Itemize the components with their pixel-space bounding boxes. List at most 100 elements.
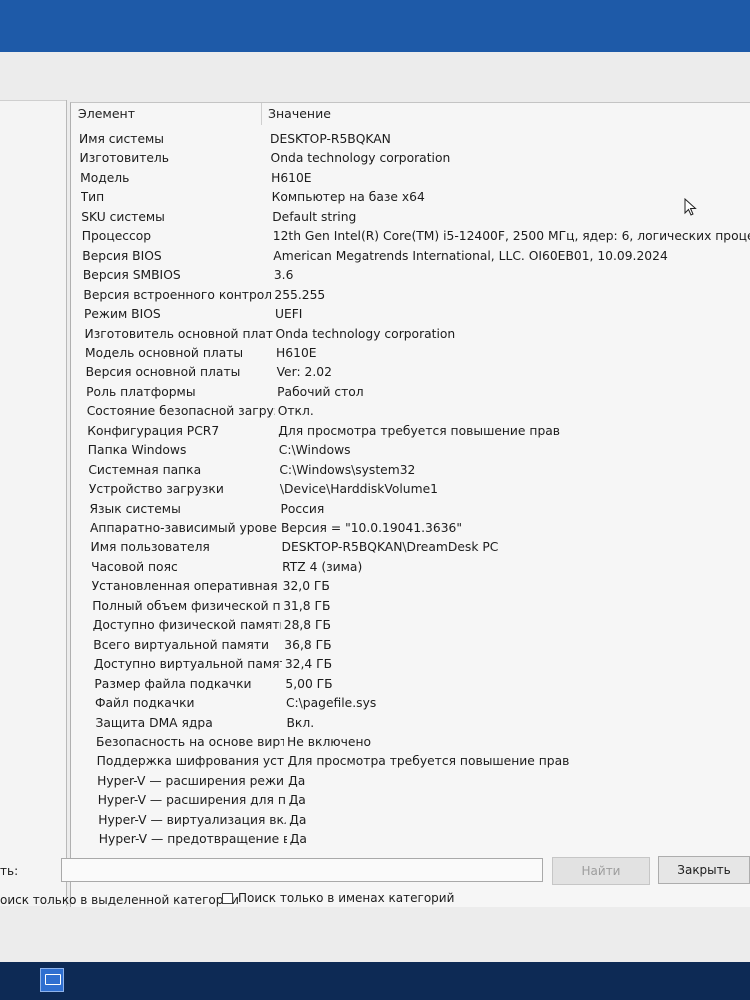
system-information-icon[interactable] bbox=[40, 968, 64, 992]
row-value: H610E bbox=[276, 345, 317, 360]
row-name: Тип bbox=[80, 190, 105, 205]
row-value: Onda technology corporation bbox=[275, 326, 456, 341]
row-value: DESKTOP-R5BQKAN\DreamDesk PC bbox=[281, 540, 499, 555]
table-row[interactable]: Имя системы DESKTOP-R5BQKAN bbox=[79, 129, 741, 149]
close-button[interactable]: Закрыть bbox=[658, 856, 750, 884]
table-row[interactable]: Всего виртуальной памяти 36,8 ГБ bbox=[93, 635, 741, 655]
row-value: 255.255 bbox=[274, 287, 326, 302]
row-name: Имя системы bbox=[79, 132, 165, 146]
column-divider[interactable] bbox=[261, 103, 262, 125]
row-value: 36,8 ГБ bbox=[284, 637, 332, 652]
row-value: 5,00 ГБ bbox=[285, 676, 333, 691]
row-name: Изготовитель bbox=[79, 151, 170, 166]
table-row[interactable]: Состояние безопасной загруз... Откл. bbox=[87, 401, 741, 421]
search-selected-category-option[interactable]: оиск только в выделенной категории bbox=[0, 893, 239, 907]
table-row[interactable]: Модель основной платы H610E bbox=[85, 343, 741, 363]
taskbar bbox=[0, 962, 750, 1000]
row-value: Версия = "10.0.19041.3636" bbox=[281, 521, 463, 535]
row-value: RTZ 4 (зима) bbox=[282, 559, 363, 574]
row-value: Откл. bbox=[277, 404, 314, 419]
row-name: Полный объем физической па... bbox=[92, 598, 281, 613]
find-button[interactable]: Найти bbox=[552, 857, 650, 885]
table-row[interactable]: Устройство загрузки \Device\HarddiskVolum… bbox=[89, 479, 741, 499]
row-name: Конфигурация PCR7 bbox=[87, 423, 220, 438]
row-value: Default string bbox=[272, 209, 357, 224]
table-row[interactable]: Режим BIOS UEFI bbox=[84, 304, 741, 324]
table-row[interactable]: Версия основной платы Ver: 2.02 bbox=[86, 362, 741, 382]
row-value: 32,0 ГБ bbox=[282, 579, 330, 594]
row-name: Состояние безопасной загруз... bbox=[86, 404, 275, 419]
row-name: Роль платформы bbox=[86, 384, 196, 399]
table-row[interactable]: Файл подкачки C:\pagefile.sys bbox=[95, 693, 741, 713]
search-label: ть: bbox=[0, 864, 19, 878]
row-value: 32,4 ГБ bbox=[284, 657, 333, 672]
table-row[interactable]: SKU системы Default string bbox=[81, 207, 741, 227]
table-row[interactable]: Процессор 12th Gen Intel(R) Core(TM) i5-1… bbox=[82, 226, 750, 246]
row-value: Ver: 2.02 bbox=[276, 365, 332, 380]
table-row[interactable]: Безопасность на основе вирту...Не включе… bbox=[96, 732, 741, 752]
row-value: Для просмотра требуется повышение прав bbox=[287, 754, 570, 769]
table-row[interactable]: Доступно виртуальной памяти 32,4 ГБ bbox=[94, 654, 741, 674]
table-row[interactable]: Hyper-V — расширения режи... Да bbox=[97, 771, 741, 791]
table-row[interactable]: Поддержка шифрования устр... Для просмотр… bbox=[97, 751, 741, 771]
table-row[interactable]: Изготовитель Onda technology corporation bbox=[80, 148, 741, 168]
table-row[interactable]: Версия BIOS American Megatrends Internati… bbox=[82, 246, 741, 266]
search-input[interactable] bbox=[61, 858, 543, 882]
table-row[interactable]: Защита DMA ядра Вкл. bbox=[96, 713, 742, 733]
row-value: Не включено bbox=[287, 734, 372, 749]
table-row[interactable]: Папка Windows C:\Windows bbox=[88, 440, 741, 460]
table-row[interactable]: Размер файла подкачки 5,00 ГБ bbox=[94, 674, 741, 694]
row-name: Часовой пояс bbox=[91, 559, 178, 574]
row-name: Версия встроенного контролл... bbox=[83, 287, 272, 302]
column-header-element[interactable]: Элемент bbox=[78, 106, 135, 121]
row-value: 28,8 ГБ bbox=[283, 618, 331, 633]
table-row[interactable]: Язык системы Россия bbox=[89, 499, 741, 519]
row-name: Hyper-V — расширения для п... bbox=[97, 793, 286, 808]
row-value: C:\pagefile.sys bbox=[285, 696, 377, 711]
table-row[interactable]: Часовой пояс RTZ 4 (зима) bbox=[91, 557, 741, 577]
names-only-label[interactable]: Поиск только в именах категорий bbox=[238, 891, 454, 905]
table-row[interactable]: Версия SMBIOS 3.6 bbox=[83, 265, 741, 285]
names-only-checkbox[interactable] bbox=[222, 893, 233, 904]
row-name: Язык системы bbox=[89, 501, 181, 516]
row-value: C:\Windows\system32 bbox=[279, 462, 416, 477]
table-row[interactable]: Hyper-V — расширения для п... Да bbox=[98, 790, 741, 810]
row-name: SKU системы bbox=[81, 209, 165, 224]
row-value: Да bbox=[289, 832, 307, 847]
row-value: 3.6 bbox=[273, 268, 294, 283]
row-name: Всего виртуальной памяти bbox=[93, 637, 269, 652]
table-row[interactable]: Тип Компьютер на базе x64 bbox=[81, 187, 741, 207]
row-name: Поддержка шифрования устр... bbox=[96, 754, 285, 769]
table-row[interactable]: Доступно физической памяти 28,8 ГБ bbox=[93, 615, 741, 635]
table-row[interactable]: Hyper-V — виртуализация вкл... Да bbox=[98, 810, 741, 830]
column-header-value[interactable]: Значение bbox=[268, 106, 331, 121]
table-row[interactable]: Hyper-V — предотвращение в... Да bbox=[99, 829, 741, 849]
row-name: Доступно виртуальной памяти bbox=[93, 657, 282, 672]
table-row[interactable]: Роль платформы Рабочий стол bbox=[86, 382, 741, 402]
row-value: Для просмотра требуется повышение прав bbox=[278, 423, 561, 438]
system-information-window: Элемент Значение Имя системы DESKTOP-R5BQ… bbox=[0, 52, 750, 962]
category-tree-pane[interactable] bbox=[0, 100, 67, 906]
table-row[interactable]: Изготовитель основной платы Onda technolo… bbox=[85, 324, 742, 344]
row-name: Изготовитель основной платы bbox=[84, 326, 273, 341]
row-value: H610E bbox=[271, 170, 312, 185]
table-row[interactable]: Системная папка C:\Windows\system32 bbox=[88, 460, 741, 480]
table-row[interactable]: Версия встроенного контролл... 255.255 bbox=[83, 285, 741, 305]
table-row[interactable]: Полный объем физической па... 31,8 ГБ bbox=[92, 596, 741, 616]
row-value: C:\Windows bbox=[278, 443, 351, 458]
row-name: Hyper-V — виртуализация вкл... bbox=[98, 812, 287, 827]
row-value: Рабочий стол bbox=[277, 384, 364, 399]
search-options: оиск только в выделенной категории Поиск… bbox=[0, 888, 750, 914]
row-name: Версия основной платы bbox=[85, 365, 241, 380]
row-name: Аппаратно-зависимый уровен... bbox=[90, 521, 278, 535]
table-row[interactable]: Конфигурация PCR7 Для просмотра требуется… bbox=[87, 421, 741, 441]
search-bar: ть: Найти Закрыть bbox=[0, 852, 750, 888]
table-row[interactable]: Модель H610E bbox=[80, 168, 741, 188]
row-name: Доступно физической памяти bbox=[92, 618, 281, 633]
row-value: Да bbox=[289, 812, 307, 827]
table-row[interactable]: Аппаратно-зависимый уровен... Версия = "1… bbox=[90, 518, 741, 538]
table-row[interactable]: Установленная оперативная п...32,0 ГБ bbox=[92, 576, 741, 596]
table-row[interactable]: Имя пользователя DESKTOP-R5BQKAN\DreamDes… bbox=[91, 537, 741, 557]
row-value: DESKTOP-R5BQKAN bbox=[270, 132, 391, 146]
row-name: Hyper-V — предотвращение в... bbox=[98, 832, 287, 847]
